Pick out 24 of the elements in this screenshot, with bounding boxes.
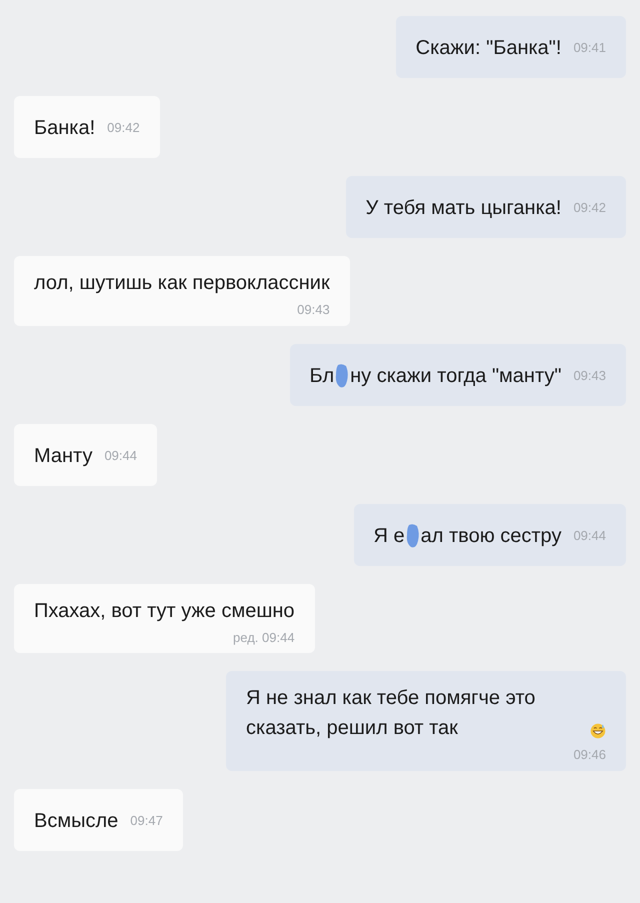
- censor-mark: [335, 363, 350, 390]
- message-text: Манту: [34, 444, 92, 466]
- message-text: лол, шутишь как первоклассник: [34, 272, 330, 294]
- message-text: Я не знал как тебе помягче это сказать, решил вот так: [246, 687, 536, 739]
- message-time: 09:47: [130, 812, 163, 828]
- message-time: 09:43: [297, 301, 330, 319]
- message-text: У тебя мать цыганка!: [366, 197, 562, 219]
- message-text: Банка!: [34, 117, 96, 139]
- message-text: ну скажи тогда "манту": [350, 364, 562, 386]
- message-text: ал твою сестру: [420, 524, 562, 546]
- censor-mark: [406, 523, 420, 550]
- message-time: 09:41: [573, 40, 606, 55]
- message-time: 09:44: [573, 528, 606, 542]
- message-time: 09:46: [573, 746, 606, 764]
- message-text: Всмысле: [34, 810, 118, 832]
- message-text: Я е: [374, 524, 405, 546]
- message-text: Бл: [310, 364, 334, 386]
- message-text: Пхахах, вот тут уже смешно: [34, 600, 295, 622]
- message-time: 09:44: [104, 448, 137, 462]
- message-time: 09:43: [573, 368, 606, 382]
- message-time: 09:42: [573, 200, 606, 215]
- message-time: 09:42: [107, 120, 140, 135]
- message-text: Скажи: "Банка"!: [416, 37, 562, 59]
- message-time: ред. 09:44: [233, 628, 295, 647]
